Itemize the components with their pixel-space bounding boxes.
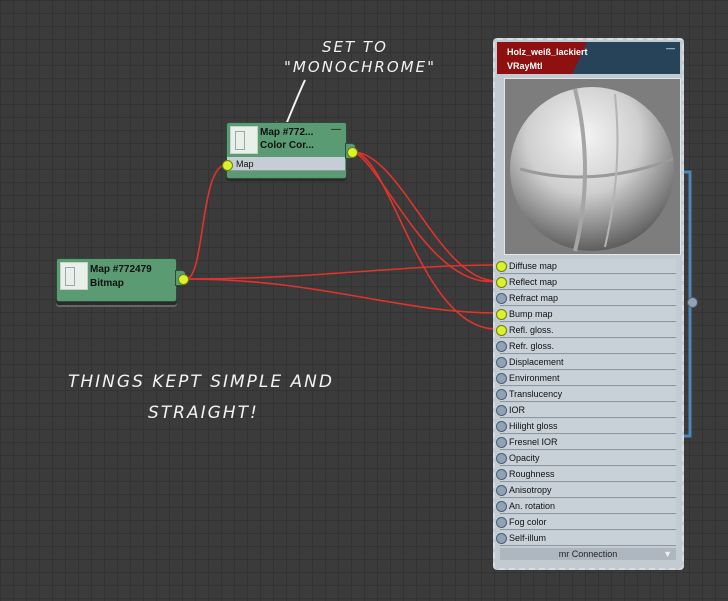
material-slot[interactable]: Self-illum bbox=[496, 531, 676, 546]
slot-socket[interactable] bbox=[496, 501, 507, 512]
material-slot[interactable]: Refract map bbox=[496, 291, 676, 306]
slot-socket-connected[interactable] bbox=[496, 325, 507, 336]
bitmap-output-socket[interactable] bbox=[178, 274, 189, 285]
slot-label: IOR bbox=[509, 405, 526, 415]
slot-label: Refr. gloss. bbox=[509, 341, 555, 351]
node-title-line2: Color Cor... bbox=[260, 140, 314, 151]
slot-socket-connected[interactable] bbox=[496, 309, 507, 320]
map-slot-label: Map bbox=[236, 159, 254, 169]
slot-socket[interactable] bbox=[496, 485, 507, 496]
material-slot[interactable]: Roughness bbox=[496, 467, 676, 482]
slot-label: Diffuse map bbox=[509, 261, 557, 271]
map-input-socket[interactable] bbox=[222, 160, 233, 171]
slot-label: Bump map bbox=[509, 309, 553, 319]
footer-label: mr Connection bbox=[558, 549, 618, 559]
note1-line1: SET TO bbox=[322, 38, 388, 56]
wire-bitmap-to-colorcorrect bbox=[185, 164, 227, 280]
slot-socket[interactable] bbox=[496, 405, 507, 416]
slot-label: Anisotropy bbox=[509, 485, 552, 495]
node-thumbnail bbox=[60, 262, 88, 290]
color-correction-node[interactable]: Map #772... Color Cor... — Map bbox=[222, 122, 347, 179]
slot-socket[interactable] bbox=[496, 389, 507, 400]
material-name: Holz_weiß_lackiert bbox=[507, 47, 588, 57]
slot-label: Opacity bbox=[509, 453, 540, 463]
expand-icon[interactable]: ▼ bbox=[663, 548, 672, 560]
slot-socket-connected[interactable] bbox=[496, 277, 507, 288]
wire-colorcorrect-to-reflect-2 bbox=[352, 151, 497, 282]
collapse-icon[interactable]: — bbox=[666, 43, 675, 53]
material-output-socket[interactable] bbox=[687, 297, 698, 308]
node-title-line1: Map #772... bbox=[260, 127, 314, 138]
annotation-note-2: THINGS KEPT SIMPLE AND bbox=[68, 372, 334, 392]
note1-line2: "MONOCHROME" bbox=[284, 58, 436, 76]
material-slot[interactable]: Diffuse map bbox=[496, 259, 676, 274]
material-preview bbox=[504, 78, 681, 255]
material-slot[interactable]: Fog color bbox=[496, 515, 676, 530]
slot-socket[interactable] bbox=[496, 533, 507, 544]
slot-label: Refract map bbox=[509, 293, 559, 303]
material-slot[interactable]: Opacity bbox=[496, 451, 676, 466]
vraymtl-material-node[interactable]: Holz_weiß_lackiert VRayMtl — Diffuse map… bbox=[493, 38, 684, 570]
slot-socket[interactable] bbox=[496, 453, 507, 464]
material-slot[interactable]: Refl. gloss. bbox=[496, 323, 676, 338]
material-slot[interactable]: Bump map bbox=[496, 307, 676, 322]
slot-socket[interactable] bbox=[496, 357, 507, 368]
annotation-note-1b: "MONOCHROME" bbox=[284, 58, 436, 76]
annotation-note-2b: STRAIGHT! bbox=[148, 403, 259, 423]
slot-socket[interactable] bbox=[496, 421, 507, 432]
node-thumbnail bbox=[230, 126, 258, 154]
slot-label: Displacement bbox=[509, 357, 564, 367]
slot-socket[interactable] bbox=[496, 341, 507, 352]
material-slot[interactable]: Reflect map bbox=[496, 275, 676, 290]
slot-label: Environment bbox=[509, 373, 560, 383]
slot-label: Fog color bbox=[509, 517, 547, 527]
material-slot[interactable]: Anisotropy bbox=[496, 483, 676, 498]
material-slot[interactable]: IOR bbox=[496, 403, 676, 418]
mr-connection-footer[interactable]: mr Connection ▼ bbox=[500, 548, 676, 560]
material-slot[interactable]: Refr. gloss. bbox=[496, 339, 676, 354]
slot-socket[interactable] bbox=[496, 373, 507, 384]
material-slot[interactable]: Displacement bbox=[496, 355, 676, 370]
map-input-slot[interactable]: Map bbox=[227, 157, 345, 171]
slot-label: An. rotation bbox=[509, 501, 556, 511]
slot-label: Translucency bbox=[509, 389, 563, 399]
slot-label: Roughness bbox=[509, 469, 555, 479]
note2-line2: STRAIGHT! bbox=[148, 403, 259, 423]
wire-bitmap-to-bump bbox=[185, 278, 497, 314]
material-slot[interactable]: Fresnel IOR bbox=[496, 435, 676, 450]
material-type: VRayMtl bbox=[507, 61, 543, 71]
node-title-line2: Bitmap bbox=[90, 278, 124, 289]
slot-socket-connected[interactable] bbox=[496, 261, 507, 272]
preview-sphere bbox=[510, 87, 674, 252]
slot-socket[interactable] bbox=[496, 437, 507, 448]
slot-label: Self-illum bbox=[509, 533, 547, 543]
slot-label: Hilight gloss bbox=[509, 421, 558, 431]
color-correction-output-socket[interactable] bbox=[347, 147, 358, 158]
material-slot[interactable]: Translucency bbox=[496, 387, 676, 402]
material-slot[interactable]: Hilight gloss bbox=[496, 419, 676, 434]
wire-bitmap-to-diffuse bbox=[185, 264, 497, 280]
annotation-note-1: SET TO bbox=[322, 38, 388, 56]
slot-label: Refl. gloss. bbox=[509, 325, 554, 335]
bitmap-node[interactable]: Map #772479 Bitmap bbox=[56, 258, 177, 302]
material-slot[interactable]: Environment bbox=[496, 371, 676, 386]
collapse-icon[interactable]: — bbox=[331, 124, 341, 135]
material-header[interactable]: Holz_weiß_lackiert VRayMtl — bbox=[497, 42, 680, 74]
material-slot[interactable]: An. rotation bbox=[496, 499, 676, 514]
slot-label: Fresnel IOR bbox=[509, 437, 558, 447]
slot-socket[interactable] bbox=[496, 293, 507, 304]
note2-line1: THINGS KEPT SIMPLE AND bbox=[68, 372, 334, 392]
node-title-line1: Map #772479 bbox=[90, 264, 152, 275]
slot-label: Reflect map bbox=[509, 277, 558, 287]
slot-socket[interactable] bbox=[496, 469, 507, 480]
slot-socket[interactable] bbox=[496, 517, 507, 528]
